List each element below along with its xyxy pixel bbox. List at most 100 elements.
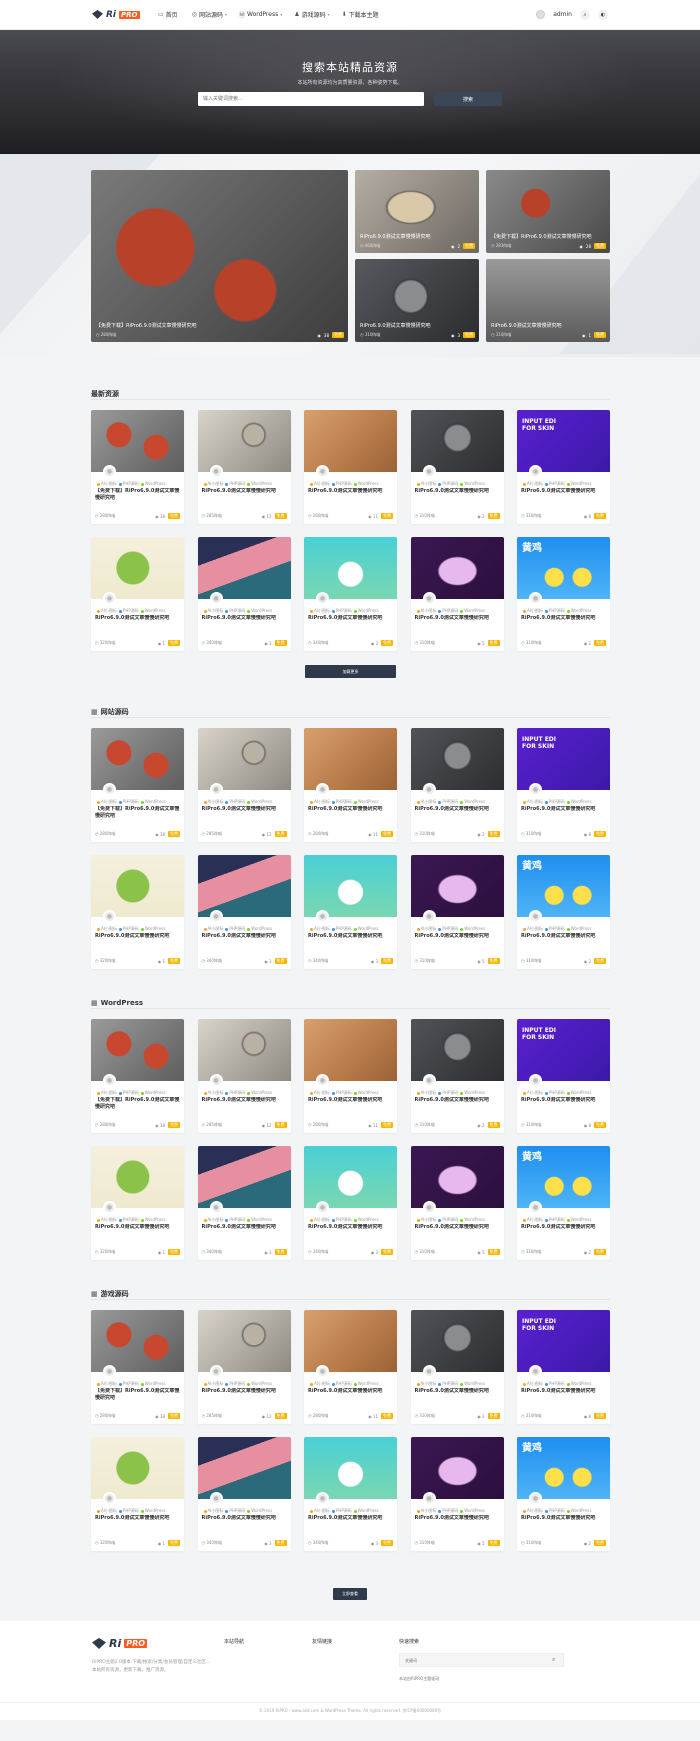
category-tag[interactable]: PHP源码: [442, 481, 458, 486]
category-tag[interactable]: WordPress: [145, 1508, 166, 1513]
author-avatar[interactable]: ●: [316, 1201, 329, 1214]
category-tag[interactable]: AI小图标: [527, 1381, 543, 1386]
card-title[interactable]: RiPro6.9.0测试文章慢慢研究吧: [521, 1388, 606, 1402]
card-title[interactable]: RiPro6.9.0测试文章慢慢研究吧: [95, 1224, 180, 1238]
card-title[interactable]: RiPro6.9.0测试文章慢慢研究吧: [521, 806, 606, 820]
category-tag[interactable]: WordPress: [571, 926, 592, 931]
card-title[interactable]: RiPro6.9.0测试文章慢慢研究吧: [202, 1515, 287, 1529]
card-title[interactable]: RiPro6.9.0测试文章慢慢研究吧: [521, 1515, 606, 1529]
nav-item-0[interactable]: ▭ 首页: [158, 10, 180, 19]
category-tag[interactable]: AI小图标: [314, 926, 330, 931]
author-avatar[interactable]: ●: [529, 592, 542, 605]
user-avatar[interactable]: [536, 10, 546, 19]
footer-search-icon[interactable]: ⌕: [552, 1656, 555, 1664]
category-tag[interactable]: AI小图标: [527, 608, 543, 613]
category-tag[interactable]: WordPress: [145, 1381, 166, 1386]
category-tag[interactable]: WordPress: [358, 799, 379, 804]
card-thumbnail[interactable]: [91, 1437, 184, 1499]
resource-card[interactable]: ● AI小图标 PHP源码 WordPress RiPro6.9.0测试文章慢慢研究…: [91, 855, 184, 969]
resource-card[interactable]: ● AI小图标 PHP源码 WordPress RiPro6.9.0测试文章慢慢研究…: [304, 1146, 397, 1260]
resource-card[interactable]: 黄鸡 ● AI小图标 PHP源码 WordPress RiPro6.9.0测试文章慢…: [517, 1146, 610, 1260]
card-thumbnail[interactable]: [410, 855, 504, 917]
category-tag[interactable]: WordPress: [464, 608, 485, 613]
card-thumbnail[interactable]: [410, 537, 504, 599]
category-tag[interactable]: WordPress: [571, 1508, 592, 1513]
author-avatar[interactable]: ●: [529, 1074, 542, 1087]
category-tag[interactable]: PHP源码: [229, 1217, 245, 1222]
category-tag[interactable]: WordPress: [251, 481, 272, 486]
category-tag[interactable]: WordPress: [571, 799, 592, 804]
author-avatar[interactable]: ●: [209, 1365, 223, 1378]
card-title[interactable]: RiPro6.9.0测试文章慢慢研究吧: [415, 806, 500, 820]
category-tag[interactable]: PHP源码: [442, 1217, 458, 1222]
card-thumbnail[interactable]: [304, 1019, 397, 1081]
featured-card[interactable]: 【免费下载】RiPro6.9.0测试文章慢慢研究吧 ◷ 280阵喵 ◉ 38 免费: [91, 170, 348, 342]
author-avatar[interactable]: ●: [103, 1492, 116, 1505]
card-title[interactable]: RiPro6.9.0测试文章慢慢研究吧: [202, 933, 287, 947]
footer-logo[interactable]: Ri PRO: [92, 1637, 148, 1650]
card-title[interactable]: RiPro6.9.0测试文章慢慢研究吧: [308, 488, 393, 502]
category-tag[interactable]: AI小图标: [314, 608, 330, 613]
load-more-button[interactable]: 加载更多: [305, 665, 396, 678]
category-tag[interactable]: PHP源码: [549, 799, 565, 804]
category-tag[interactable]: PHP源码: [336, 1508, 352, 1513]
resource-card[interactable]: ● AI小图标 PHP源码 WordPress 【免费下载】RiPro6.9.0测试…: [91, 410, 184, 524]
username[interactable]: admin: [553, 11, 572, 18]
category-tag[interactable]: PHP源码: [549, 926, 565, 931]
category-tag[interactable]: AI小图标: [527, 1090, 543, 1095]
card-title[interactable]: RiPro6.9.0测试文章慢慢研究吧: [415, 1224, 500, 1238]
resource-card[interactable]: ● AI小图标 PHP源码 WordPress RiPro6.9.0测试文章慢慢研究…: [304, 410, 397, 524]
author-avatar[interactable]: ●: [316, 910, 329, 923]
featured-card[interactable]: RiPro6.9.0测试文章慢慢研究吧 ◷ 460阵喵 ◉ 2 免费: [355, 170, 479, 253]
featured-title[interactable]: RiPro6.9.0测试文章慢慢研究吧: [360, 322, 474, 329]
author-avatar[interactable]: ●: [103, 1201, 116, 1214]
card-title[interactable]: RiPro6.9.0测试文章慢慢研究吧: [308, 1515, 393, 1529]
category-tag[interactable]: WordPress: [145, 1217, 166, 1222]
category-tag[interactable]: PHP源码: [549, 608, 565, 613]
card-thumbnail[interactable]: [91, 1019, 184, 1081]
category-tag[interactable]: AI小图标: [101, 1381, 117, 1386]
card-title[interactable]: RiPro6.9.0测试文章慢慢研究吧: [95, 1515, 180, 1529]
nav-item-3[interactable]: ♟ 游戏源码 ▾: [294, 10, 329, 19]
category-tag[interactable]: PHP源码: [336, 1217, 352, 1222]
category-tag[interactable]: WordPress: [145, 608, 166, 613]
author-avatar[interactable]: ●: [316, 592, 329, 605]
category-tag[interactable]: AI小图标: [314, 481, 330, 486]
resource-card[interactable]: ● AI小图标 PHP源码 WordPress RiPro6.9.0测试文章慢慢研究…: [197, 410, 291, 524]
resource-card[interactable]: ● AI小图标 PHP源码 WordPress RiPro6.9.0测试文章慢慢研究…: [197, 1019, 291, 1133]
category-tag[interactable]: WordPress: [251, 608, 272, 613]
category-tag[interactable]: WordPress: [358, 481, 379, 486]
category-tag[interactable]: AI小图标: [208, 1217, 224, 1222]
resource-card[interactable]: ● AI小图标 PHP源码 WordPress RiPro6.9.0测试文章慢慢研究…: [410, 537, 504, 651]
footer-search-input[interactable]: [399, 1653, 564, 1667]
category-tag[interactable]: PHP源码: [442, 608, 458, 613]
card-title[interactable]: 【免费下载】RiPro6.9.0测试文章慢慢研究吧: [95, 1097, 180, 1111]
category-tag[interactable]: PHP源码: [229, 1508, 245, 1513]
card-title[interactable]: RiPro6.9.0测试文章慢慢研究吧: [415, 933, 500, 947]
card-title[interactable]: RiPro6.9.0测试文章慢慢研究吧: [415, 1388, 500, 1402]
category-tag[interactable]: PHP源码: [336, 481, 352, 486]
resource-card[interactable]: 黄鸡 ● AI小图标 PHP源码 WordPress RiPro6.9.0测试文章慢…: [517, 855, 610, 969]
category-tag[interactable]: AI小图标: [421, 608, 437, 613]
author-avatar[interactable]: ●: [529, 783, 542, 796]
resource-card[interactable]: ● AI小图标 PHP源码 WordPress RiPro6.9.0测试文章慢慢研究…: [304, 1437, 397, 1551]
card-title[interactable]: 【免费下载】RiPro6.9.0测试文章慢慢研究吧: [95, 1388, 180, 1402]
card-title[interactable]: RiPro6.9.0测试文章慢慢研究吧: [415, 488, 500, 502]
author-avatar[interactable]: ●: [422, 1074, 436, 1087]
category-tag[interactable]: WordPress: [464, 799, 485, 804]
search-input[interactable]: [198, 92, 424, 106]
category-tag[interactable]: AI小图标: [421, 1090, 437, 1095]
category-tag[interactable]: PHP源码: [442, 926, 458, 931]
card-thumbnail[interactable]: [197, 1310, 291, 1372]
resource-card[interactable]: ● AI小图标 PHP源码 WordPress RiPro6.9.0测试文章慢慢研究…: [91, 537, 184, 651]
category-tag[interactable]: WordPress: [145, 481, 166, 486]
category-tag[interactable]: PHP源码: [123, 799, 139, 804]
card-title[interactable]: RiPro6.9.0测试文章慢慢研究吧: [202, 488, 287, 502]
resource-card[interactable]: ● AI小图标 PHP源码 WordPress 【免费下载】RiPro6.9.0测试…: [91, 728, 184, 842]
category-tag[interactable]: PHP源码: [549, 1381, 565, 1386]
card-thumbnail[interactable]: 黄鸡: [517, 537, 610, 599]
author-avatar[interactable]: ●: [316, 465, 329, 478]
category-tag[interactable]: PHP源码: [123, 608, 139, 613]
category-tag[interactable]: WordPress: [464, 926, 485, 931]
card-thumbnail[interactable]: [91, 728, 184, 790]
